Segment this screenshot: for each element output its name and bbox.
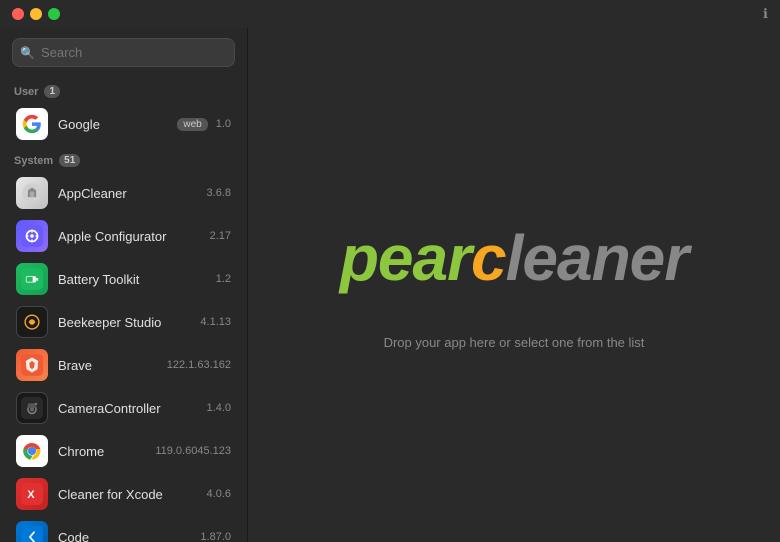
app-name: Battery Toolkit <box>58 272 212 287</box>
app-version: 4.0.6 <box>207 488 231 500</box>
app-name: Cleaner for Xcode <box>58 487 203 502</box>
app-version: 3.6.8 <box>207 187 231 199</box>
sidebar: 🔍 User 1 Google web 1.0 System 51 <box>0 28 248 542</box>
app-name: CameraController <box>58 401 203 416</box>
section-badge-system: 51 <box>59 154 80 167</box>
app-version: 1.2 <box>216 273 231 285</box>
app-name: Brave <box>58 358 163 373</box>
app-version: 1.87.0 <box>200 531 231 542</box>
title-bar: ℹ <box>0 0 780 28</box>
app-version: 1.4.0 <box>207 402 231 414</box>
section-header-user: User 1 <box>0 77 247 102</box>
app-icon-cleaner-xcode: X <box>16 478 48 510</box>
app-name: Apple Configurator <box>58 229 206 244</box>
app-name: Chrome <box>58 444 151 459</box>
list-item-beekeeper-studio[interactable]: Beekeeper Studio 4.1.13 <box>4 301 243 343</box>
list-item-chrome[interactable]: Chrome 119.0.6045.123 <box>4 430 243 472</box>
app-version: 119.0.6045.123 <box>155 445 231 457</box>
list-item-cameracontroller[interactable]: CameraController 1.4.0 <box>4 387 243 429</box>
logo-pear: pear <box>340 222 471 294</box>
app-name: Code <box>58 530 196 542</box>
app-version: 2.17 <box>210 230 231 242</box>
list-item-code[interactable]: Code 1.87.0 <box>4 516 243 542</box>
app-icon-google <box>16 108 48 140</box>
search-icon: 🔍 <box>20 46 35 60</box>
sidebar-list: User 1 Google web 1.0 System 51 <box>0 77 247 542</box>
minimize-button[interactable] <box>30 8 42 20</box>
section-label-system: System <box>14 155 53 167</box>
maximize-button[interactable] <box>48 8 60 20</box>
content-area: pearcleaner Drop your app here or select… <box>248 28 780 542</box>
close-button[interactable] <box>12 8 24 20</box>
list-item-brave[interactable]: Brave 122.1.63.162 <box>4 344 243 386</box>
app-icon-chrome <box>16 435 48 467</box>
app-name: AppCleaner <box>58 186 203 201</box>
app-icon-battery <box>16 263 48 295</box>
app-version: 4.1.13 <box>200 316 231 328</box>
app-icon-apple-conf <box>16 220 48 252</box>
app-tag-web: web <box>177 118 207 131</box>
svg-text:X: X <box>27 489 35 501</box>
logo-text: pearcleaner <box>340 221 688 295</box>
app-icon-appcleaner <box>16 177 48 209</box>
app-version: 122.1.63.162 <box>167 359 231 371</box>
search-input[interactable] <box>12 38 235 67</box>
logo-container: pearcleaner <box>340 221 688 295</box>
list-item-appcleaner[interactable]: AppCleaner 3.6.8 <box>4 172 243 214</box>
list-item-google[interactable]: Google web 1.0 <box>4 103 243 145</box>
search-wrapper: 🔍 <box>12 38 235 67</box>
section-header-system: System 51 <box>0 146 247 171</box>
section-badge-user: 1 <box>44 85 60 98</box>
app-icon-beekeeper <box>16 306 48 338</box>
app-icon-brave <box>16 349 48 381</box>
logo-c: c <box>471 222 506 294</box>
list-item-cleaner-for-xcode[interactable]: X Cleaner for Xcode 4.0.6 <box>4 473 243 515</box>
search-container: 🔍 <box>0 28 247 77</box>
main-container: 🔍 User 1 Google web 1.0 System 51 <box>0 28 780 542</box>
app-name: Beekeeper Studio <box>58 315 196 330</box>
traffic-lights <box>12 8 60 20</box>
list-item-apple-configurator[interactable]: Apple Configurator 2.17 <box>4 215 243 257</box>
logo-cleaner: leaner <box>506 222 689 294</box>
info-icon[interactable]: ℹ <box>763 6 768 22</box>
app-icon-code <box>16 521 48 542</box>
drop-text: Drop your app here or select one from th… <box>384 335 645 350</box>
app-version: 1.0 <box>216 118 231 130</box>
app-name: Google <box>58 117 177 132</box>
list-item-battery-toolkit[interactable]: Battery Toolkit 1.2 <box>4 258 243 300</box>
section-label-user: User <box>14 86 38 98</box>
app-icon-camera <box>16 392 48 424</box>
